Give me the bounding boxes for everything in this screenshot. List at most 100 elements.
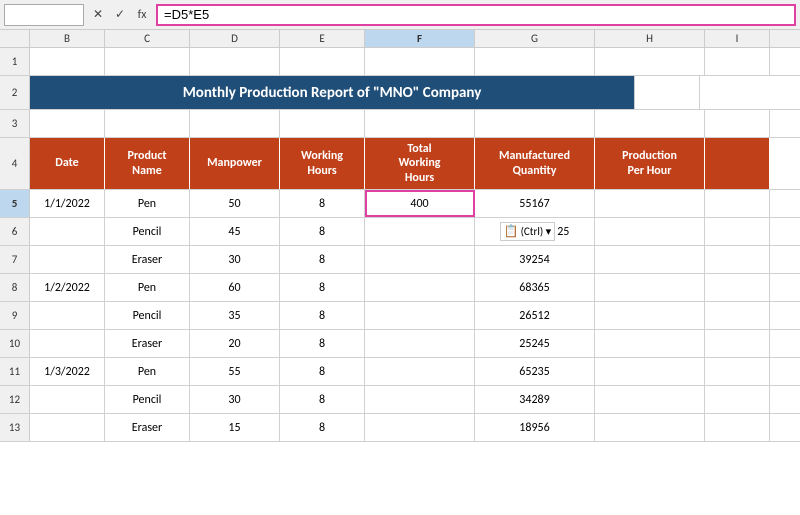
cell-wh-9[interactable]: 8 bbox=[280, 302, 365, 329]
cell-i2[interactable] bbox=[635, 76, 700, 109]
cell-wh-6[interactable]: 8 bbox=[280, 218, 365, 245]
cell-date-10[interactable] bbox=[30, 330, 105, 357]
cell-date-9[interactable] bbox=[30, 302, 105, 329]
cell-mfg-5[interactable]: 55167 bbox=[475, 190, 595, 217]
cell-date-13[interactable] bbox=[30, 414, 105, 441]
cell-g3[interactable] bbox=[475, 110, 595, 137]
cell-extra-5[interactable] bbox=[705, 190, 770, 217]
cell-twh-13[interactable] bbox=[365, 414, 475, 441]
cell-manpower-5[interactable]: 50 bbox=[190, 190, 280, 217]
cell-manpower-13[interactable]: 15 bbox=[190, 414, 280, 441]
cell-g1[interactable] bbox=[475, 48, 595, 75]
cell-wh-7[interactable]: 8 bbox=[280, 246, 365, 273]
cell-mfg-11[interactable]: 65235 bbox=[475, 358, 595, 385]
cell-extra-12[interactable] bbox=[705, 386, 770, 413]
cell-product-10[interactable]: Eraser bbox=[105, 330, 190, 357]
cell-product-12[interactable]: Pencil bbox=[105, 386, 190, 413]
cell-twh-9[interactable] bbox=[365, 302, 475, 329]
cell-h3[interactable] bbox=[595, 110, 705, 137]
cell-pph-9[interactable] bbox=[595, 302, 705, 329]
cell-pph-10[interactable] bbox=[595, 330, 705, 357]
cell-mfg-9[interactable]: 26512 bbox=[475, 302, 595, 329]
cell-b3[interactable] bbox=[30, 110, 105, 137]
cell-pph-12[interactable] bbox=[595, 386, 705, 413]
col-header-b[interactable]: B bbox=[30, 30, 105, 47]
cell-mfg-6[interactable]: 📋 (Ctrl) ▾ 25 bbox=[475, 218, 595, 245]
col-header-g[interactable]: G bbox=[475, 30, 595, 47]
cell-wh-5[interactable]: 8 bbox=[280, 190, 365, 217]
col-header-e[interactable]: E bbox=[280, 30, 365, 47]
cell-pph-13[interactable] bbox=[595, 414, 705, 441]
cell-extra-13[interactable] bbox=[705, 414, 770, 441]
cell-date-11[interactable]: 1/3/2022 bbox=[30, 358, 105, 385]
cell-manpower-12[interactable]: 30 bbox=[190, 386, 280, 413]
cell-f3[interactable] bbox=[365, 110, 475, 137]
cell-date-12[interactable] bbox=[30, 386, 105, 413]
cell-twh-5[interactable]: 400 bbox=[365, 190, 475, 217]
cell-product-13[interactable]: Eraser bbox=[105, 414, 190, 441]
col-header-c[interactable]: C bbox=[105, 30, 190, 47]
cell-f1[interactable] bbox=[365, 48, 475, 75]
cell-extra-10[interactable] bbox=[705, 330, 770, 357]
cell-e3[interactable] bbox=[280, 110, 365, 137]
cell-wh-11[interactable]: 8 bbox=[280, 358, 365, 385]
cell-h1[interactable] bbox=[595, 48, 705, 75]
cell-manpower-10[interactable]: 20 bbox=[190, 330, 280, 357]
cell-b1[interactable] bbox=[30, 48, 105, 75]
cell-extra-8[interactable] bbox=[705, 274, 770, 301]
cell-wh-8[interactable]: 8 bbox=[280, 274, 365, 301]
cell-twh-7[interactable] bbox=[365, 246, 475, 273]
cell-twh-11[interactable] bbox=[365, 358, 475, 385]
cell-c1[interactable] bbox=[105, 48, 190, 75]
cell-product-11[interactable]: Pen bbox=[105, 358, 190, 385]
cell-wh-12[interactable]: 8 bbox=[280, 386, 365, 413]
cell-mfg-10[interactable]: 25245 bbox=[475, 330, 595, 357]
name-box[interactable]: F5 bbox=[4, 4, 84, 26]
cell-i3[interactable] bbox=[705, 110, 770, 137]
col-header-h[interactable]: H bbox=[595, 30, 705, 47]
cell-wh-10[interactable]: 8 bbox=[280, 330, 365, 357]
cell-twh-6[interactable] bbox=[365, 218, 475, 245]
cell-extra-11[interactable] bbox=[705, 358, 770, 385]
cell-manpower-8[interactable]: 60 bbox=[190, 274, 280, 301]
cell-extra-7[interactable] bbox=[705, 246, 770, 273]
cell-pph-11[interactable] bbox=[595, 358, 705, 385]
cell-i1[interactable] bbox=[705, 48, 770, 75]
cell-wh-13[interactable]: 8 bbox=[280, 414, 365, 441]
cell-manpower-11[interactable]: 55 bbox=[190, 358, 280, 385]
cell-mfg-7[interactable]: 39254 bbox=[475, 246, 595, 273]
cell-d1[interactable] bbox=[190, 48, 280, 75]
cell-date-8[interactable]: 1/2/2022 bbox=[30, 274, 105, 301]
cell-mfg-8[interactable]: 68365 bbox=[475, 274, 595, 301]
cell-mfg-13[interactable]: 18956 bbox=[475, 414, 595, 441]
cell-pph-8[interactable] bbox=[595, 274, 705, 301]
cell-product-6[interactable]: Pencil bbox=[105, 218, 190, 245]
cell-twh-12[interactable] bbox=[365, 386, 475, 413]
col-header-i[interactable]: I bbox=[705, 30, 770, 47]
cell-c3[interactable] bbox=[105, 110, 190, 137]
cell-product-8[interactable]: Pen bbox=[105, 274, 190, 301]
col-header-f[interactable]: F bbox=[365, 30, 475, 47]
fx-icon[interactable]: fx bbox=[132, 5, 152, 25]
cell-twh-10[interactable] bbox=[365, 330, 475, 357]
cell-pph-6[interactable] bbox=[595, 218, 705, 245]
cell-twh-8[interactable] bbox=[365, 274, 475, 301]
cell-pph-5[interactable] bbox=[595, 190, 705, 217]
cell-extra-9[interactable] bbox=[705, 302, 770, 329]
cell-manpower-7[interactable]: 30 bbox=[190, 246, 280, 273]
cell-pph-7[interactable] bbox=[595, 246, 705, 273]
cell-mfg-12[interactable]: 34289 bbox=[475, 386, 595, 413]
cell-date-7[interactable] bbox=[30, 246, 105, 273]
cell-date-6[interactable] bbox=[30, 218, 105, 245]
cell-e1[interactable] bbox=[280, 48, 365, 75]
cell-extra-6[interactable] bbox=[705, 218, 770, 245]
cell-manpower-9[interactable]: 35 bbox=[190, 302, 280, 329]
cell-d3[interactable] bbox=[190, 110, 280, 137]
cell-product-5[interactable]: Pen bbox=[105, 190, 190, 217]
cell-date-5[interactable]: 1/1/2022 bbox=[30, 190, 105, 217]
cell-product-7[interactable]: Eraser bbox=[105, 246, 190, 273]
confirm-icon[interactable]: ✓ bbox=[110, 5, 130, 25]
cancel-icon[interactable]: ✕ bbox=[88, 5, 108, 25]
formula-input[interactable] bbox=[156, 4, 796, 26]
cell-manpower-6[interactable]: 45 bbox=[190, 218, 280, 245]
